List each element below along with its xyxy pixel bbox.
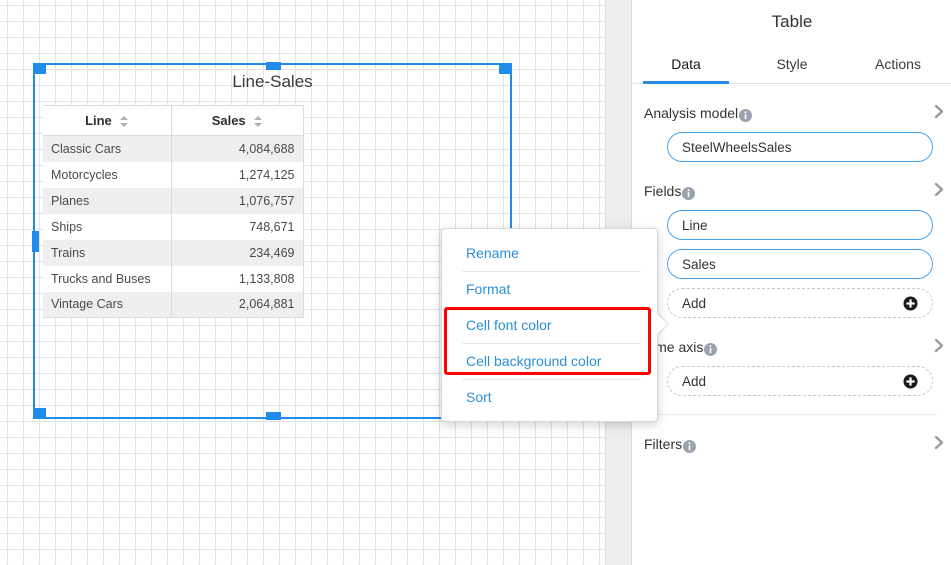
info-icon[interactable] (682, 186, 696, 200)
table-cell-line[interactable]: Motorcycles (43, 161, 172, 188)
context-menu-pointer-icon (656, 313, 667, 335)
table-cell-sales[interactable]: 1,133,808 (171, 265, 304, 292)
table-row[interactable]: Trucks and Buses 1,133,808 (43, 265, 304, 292)
table-row[interactable]: Vintage Cars 2,064,881 (43, 291, 304, 318)
menu-item-cell-font-color[interactable]: Cell font color (442, 307, 657, 343)
pill-label: Add (682, 373, 707, 389)
resize-handle-middle-left[interactable] (32, 231, 39, 252)
panel-title: Table (771, 12, 813, 31)
data-table: Line Sales Classic Cars 4,084,688 Motorc… (43, 105, 304, 318)
column-header-sales[interactable]: Sales (171, 105, 304, 136)
pill-label: SteelWheelsSales (682, 139, 792, 155)
table-cell-line[interactable]: Vintage Cars (43, 291, 172, 318)
add-field-button[interactable]: Add (667, 366, 933, 396)
table-cell-sales[interactable]: 2,064,881 (171, 291, 304, 318)
table-row[interactable]: Classic Cars 4,084,688 (43, 135, 304, 162)
section-header-analysis-model[interactable]: Analysis model (633, 104, 951, 122)
table-cell-sales[interactable]: 234,469 (171, 239, 304, 266)
menu-item-rename[interactable]: Rename (442, 235, 657, 271)
plus-circle-icon[interactable] (903, 296, 918, 311)
panel-body: Analysis model SteelWheelsSales Fields Line… (633, 104, 951, 453)
field-pill[interactable]: Line (667, 210, 933, 240)
chevron-right-icon[interactable] (934, 182, 945, 200)
tab-data[interactable]: Data (633, 46, 739, 84)
menu-item-sort[interactable]: Sort (442, 379, 657, 415)
widget-title: Line-Sales (232, 72, 313, 91)
table-cell-line[interactable]: Classic Cars (43, 135, 172, 162)
context-menu[interactable]: Rename Format Cell font color Cell backg… (441, 228, 667, 422)
table-body: Classic Cars 4,084,688 Motorcycles 1,274,12… (43, 135, 304, 318)
section-divider (647, 414, 937, 415)
table-cell-line[interactable]: Planes (43, 187, 172, 214)
pill-label: Line (682, 217, 708, 233)
section-header-filters[interactable]: Filters (633, 435, 951, 453)
resize-handle-top-center[interactable] (265, 62, 281, 70)
table-row[interactable]: Trains 234,469 (43, 239, 304, 266)
table-row[interactable]: Ships 748,671 (43, 213, 304, 240)
table-cell-sales[interactable]: 4,084,688 (171, 135, 304, 162)
table-cell-sales[interactable]: 748,671 (171, 213, 304, 240)
app-root: Line-Sales Line Sales Classic Cars 4,084… (0, 0, 951, 565)
section-label: Fields (644, 183, 682, 199)
table-cell-line[interactable]: Trucks and Buses (43, 265, 172, 292)
resize-handle-bottom-center[interactable] (265, 412, 281, 420)
chevron-right-icon[interactable] (934, 104, 945, 122)
section-label: Analysis model (644, 105, 739, 121)
chevron-right-icon[interactable] (934, 435, 945, 453)
section-header-fields[interactable]: Fields (633, 182, 951, 200)
sort-updown-icon[interactable] (254, 115, 263, 128)
table-cell-sales[interactable]: 1,274,125 (171, 161, 304, 188)
properties-panel: Table Data Style Actions Analysis model S… (633, 0, 951, 565)
table-header-row: Line Sales (43, 105, 304, 136)
tab-actions[interactable]: Actions (845, 46, 951, 83)
column-header-label: Line (85, 113, 112, 128)
chevron-right-icon[interactable] (934, 338, 945, 356)
column-header-label: Sales (211, 113, 246, 128)
sort-updown-icon[interactable] (120, 115, 129, 128)
table-row[interactable]: Planes 1,076,757 (43, 187, 304, 214)
table-cell-sales[interactable]: 1,076,757 (171, 187, 304, 214)
section-header-time-axis[interactable]: Time axis (633, 338, 951, 356)
table-cell-line[interactable]: Trains (43, 239, 172, 266)
pill-label: Add (682, 295, 707, 311)
field-pill[interactable]: SteelWheelsSales (667, 132, 933, 162)
pill-label: Sales (682, 256, 716, 272)
panel-tabs: Data Style Actions (633, 46, 951, 84)
menu-item-format[interactable]: Format (442, 271, 657, 307)
table-cell-line[interactable]: Ships (43, 213, 172, 240)
table-container[interactable]: Line Sales Classic Cars 4,084,688 Motorc… (43, 105, 304, 318)
resize-handle-bottom-left[interactable] (33, 408, 46, 419)
menu-item-cell-background-color[interactable]: Cell background color (442, 343, 657, 379)
add-field-button[interactable]: Add (667, 288, 933, 318)
info-icon[interactable] (683, 439, 697, 453)
info-icon[interactable] (704, 342, 718, 356)
section-label: Filters (644, 436, 683, 452)
info-icon[interactable] (739, 108, 753, 122)
tab-style[interactable]: Style (739, 46, 845, 83)
plus-circle-icon[interactable] (903, 374, 918, 389)
column-header-line[interactable]: Line (43, 105, 172, 136)
field-pill[interactable]: Sales (667, 249, 933, 279)
table-row[interactable]: Motorcycles 1,274,125 (43, 161, 304, 188)
